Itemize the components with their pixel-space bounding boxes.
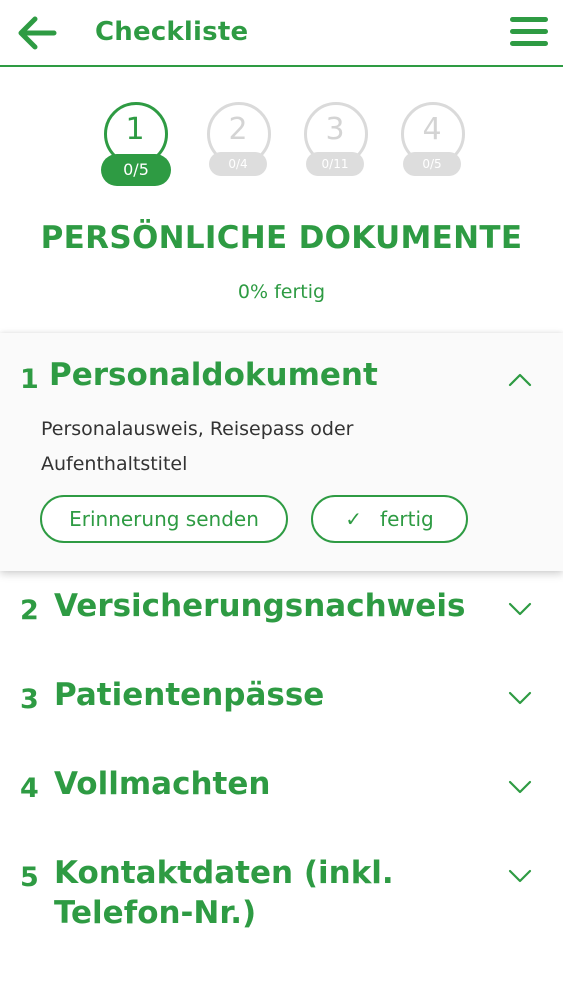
step-1[interactable]: 1 0/5	[100, 100, 171, 190]
item-title: Versicherungsnachweis	[54, 588, 466, 624]
menu-button[interactable]	[509, 15, 549, 49]
step-progress-badge: 0/5	[101, 154, 171, 186]
app-header: Checkliste	[0, 0, 563, 67]
checklist-item-2[interactable]: 2 Versicherungsnachweis	[0, 571, 563, 660]
checklist-item-5[interactable]: 5 Kontaktdaten (inkl. Telefon-Nr.)	[0, 838, 563, 931]
step-3[interactable]: 3 0/11	[300, 100, 370, 190]
section-heading: PERSÖNLICHE DOKUMENTE	[40, 220, 523, 256]
item-description: Personalausweis, Reisepass oder Aufentha…	[41, 418, 354, 475]
checklist-accordion: 1 Personaldokument Personalausweis, Reis…	[0, 333, 563, 931]
chevron-down-icon[interactable]	[507, 601, 533, 617]
check-icon: ✓	[345, 507, 363, 531]
item-number: 3	[20, 684, 39, 715]
item-number: 2	[20, 595, 39, 626]
checklist-item-1: 1 Personaldokument Personalausweis, Reis…	[0, 333, 563, 571]
page-title: Checkliste	[95, 17, 249, 47]
checklist-item-3[interactable]: 3 Patientenpässe	[0, 660, 563, 749]
item-title: Patientenpässe	[54, 677, 325, 713]
mark-done-button[interactable]: ✓ fertig	[311, 495, 468, 543]
item-title[interactable]: Personaldokument	[49, 355, 479, 395]
step-indicator: 1 0/5 2 0/4 3 0/11 4 0/5	[0, 100, 563, 190]
item-number: 5	[20, 862, 39, 893]
step-number: 4	[422, 112, 442, 147]
item-number: 4	[20, 773, 39, 804]
step-progress-badge: 0/4	[209, 152, 267, 176]
send-reminder-button[interactable]: Erinnerung senden	[40, 495, 288, 543]
step-number: 1	[125, 112, 145, 147]
step-number: 3	[325, 112, 345, 147]
item-number: 1	[20, 364, 39, 395]
step-progress-badge: 0/11	[306, 152, 364, 176]
back-button[interactable]	[16, 14, 58, 52]
step-4[interactable]: 4 0/5	[397, 100, 467, 190]
mark-done-label: fertig	[380, 507, 434, 531]
arrow-left-icon	[18, 16, 57, 50]
chevron-down-icon[interactable]	[507, 868, 533, 884]
chevron-down-icon[interactable]	[507, 690, 533, 706]
chevron-down-icon[interactable]	[507, 779, 533, 795]
chevron-up-icon[interactable]	[507, 372, 533, 388]
step-progress-badge: 0/5	[403, 152, 461, 176]
item-title: Kontaktdaten (inkl. Telefon-Nr.)	[54, 855, 394, 931]
step-number: 2	[228, 112, 248, 147]
step-2[interactable]: 2 0/4	[203, 100, 273, 190]
checklist-item-4[interactable]: 4 Vollmachten	[0, 749, 563, 838]
hamburger-menu-icon	[510, 17, 548, 46]
item-title: Vollmachten	[54, 766, 271, 802]
section-progress-text: 0% fertig	[237, 281, 326, 303]
